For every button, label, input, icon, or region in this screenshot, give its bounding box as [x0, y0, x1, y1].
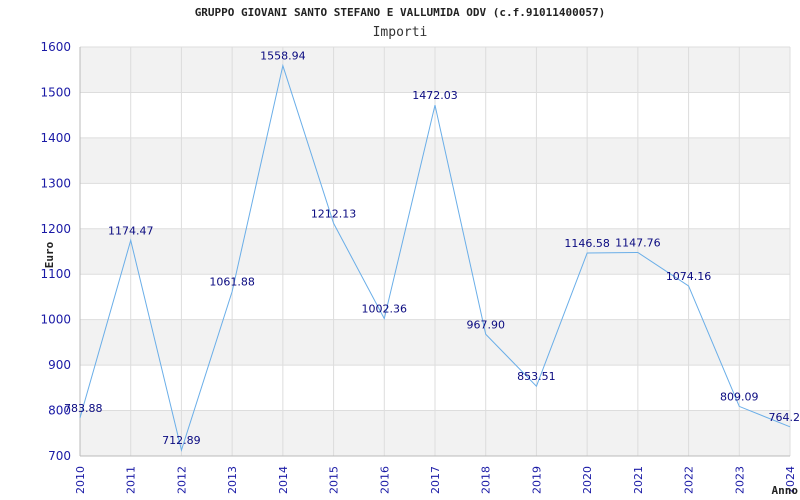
data-label: 1074.16 — [666, 270, 712, 283]
x-tick-label: 2019 — [530, 466, 543, 494]
data-label: 712.89 — [162, 434, 201, 447]
y-tick-label: 1400 — [40, 131, 71, 145]
y-axis-title: Euro — [43, 241, 56, 268]
x-tick-label: 2018 — [480, 466, 493, 494]
data-label: 853.51 — [517, 370, 556, 383]
y-tick-label: 1100 — [40, 267, 71, 281]
data-label: 1174.47 — [108, 224, 154, 237]
x-axis-title: Anno — [772, 484, 799, 497]
x-tick-label: 2016 — [378, 466, 391, 494]
data-label: 1061.88 — [209, 276, 255, 289]
y-tick-label: 1300 — [40, 176, 71, 190]
x-tick-label: 2021 — [632, 466, 645, 494]
line-chart: 7008009001000110012001300140015001600 20… — [40, 40, 800, 497]
x-tick-labels: 2010 2011 2012 2013 2014 2015 2016 2017 2018 2019… — [74, 466, 797, 494]
data-label: 1147.76 — [615, 237, 661, 250]
x-tick-label: 2014 — [277, 466, 290, 494]
data-label: 1002.36 — [362, 303, 408, 316]
data-label: 809.09 — [720, 390, 759, 403]
x-tick-label: 2020 — [581, 466, 594, 494]
data-label: 1146.58 — [564, 237, 610, 250]
x-tick-label: 2012 — [175, 466, 188, 494]
x-tick-label: 2023 — [733, 466, 746, 494]
y-tick-label: 1000 — [40, 313, 71, 327]
data-label: 783.88 — [64, 402, 103, 415]
data-label: 1558.94 — [260, 50, 306, 63]
y-tick-label: 1500 — [40, 85, 71, 99]
x-tick-label: 2015 — [328, 466, 341, 494]
x-tick-label: 2013 — [226, 466, 239, 494]
data-label: 764.2 — [769, 411, 800, 424]
data-label: 1472.03 — [412, 89, 458, 102]
data-label: 967.90 — [466, 318, 505, 331]
y-tick-label: 700 — [48, 449, 71, 463]
x-tick-label: 2022 — [683, 466, 696, 494]
x-tick-label: 2010 — [74, 466, 87, 494]
y-tick-label: 1600 — [40, 40, 71, 54]
x-tick-label: 2011 — [125, 466, 138, 494]
x-tick-label: 2017 — [429, 466, 442, 494]
y-tick-label: 900 — [48, 358, 71, 372]
y-tick-label: 1200 — [40, 222, 71, 236]
data-label: 1212.13 — [311, 207, 357, 220]
